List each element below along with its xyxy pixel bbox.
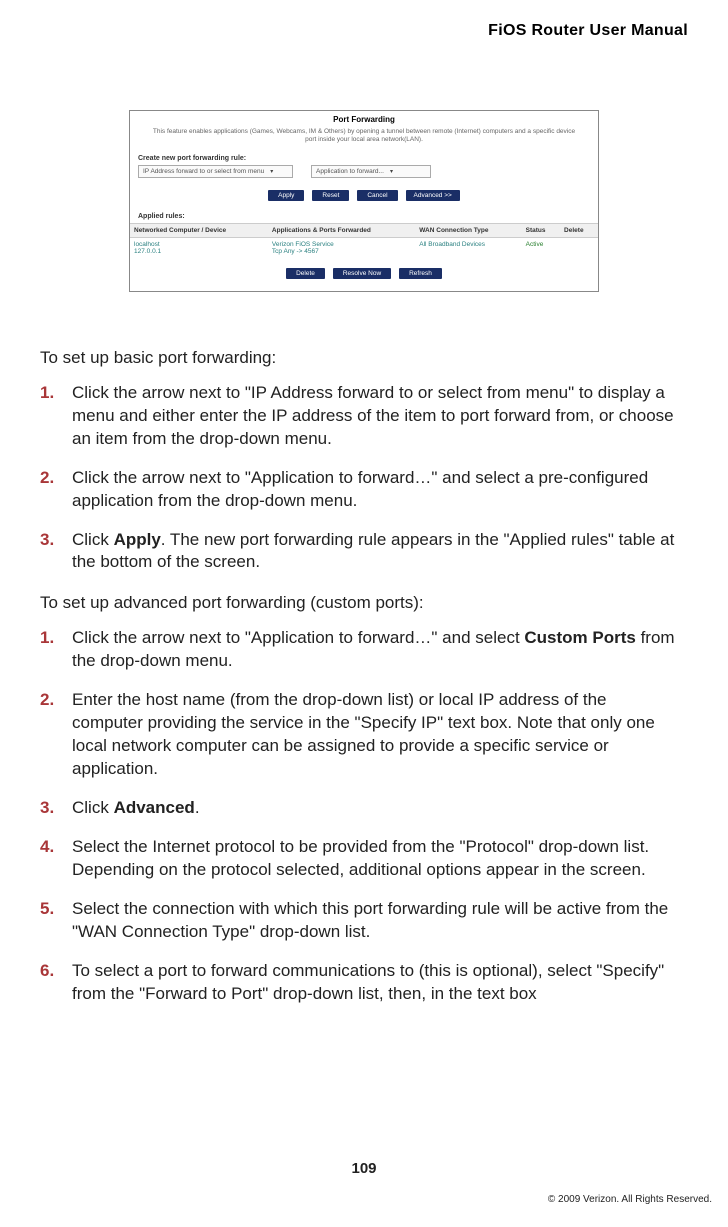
step-text-a: Click the arrow next to "Application to … [72, 628, 524, 647]
advanced-steps-list: 1. Click the arrow next to "Application … [40, 627, 688, 1005]
step-text-a: Click [72, 798, 114, 817]
panel-title: Port Forwarding [130, 111, 598, 126]
list-item: 1. Click the arrow next to "Application … [72, 627, 688, 673]
cell-ports: Tcp Any -> 4567 [272, 248, 319, 255]
cell-wan: All Broadband Devices [419, 241, 485, 248]
basic-steps-list: 1. Click the arrow next to "IP Address f… [40, 382, 688, 575]
list-item: 3. Click Apply. The new port forwarding … [72, 529, 688, 575]
col-apps: Applications & Ports Forwarded [268, 223, 415, 237]
step-text-c: . The new port forwarding rule appears i… [72, 530, 674, 572]
delete-button[interactable]: Delete [286, 268, 325, 279]
step-text-bold: Apply [114, 530, 161, 549]
step-number: 1. [40, 382, 54, 405]
step-number: 6. [40, 960, 54, 983]
step-text: To select a port to forward communicatio… [72, 961, 664, 1003]
ip-address-dropdown-text: IP Address forward to or select from men… [143, 168, 264, 175]
step-number: 4. [40, 836, 54, 859]
step-text-bold: Custom Ports [524, 628, 635, 647]
list-item: 6. To select a port to forward communica… [72, 960, 688, 1006]
advanced-button[interactable]: Advanced >> [406, 190, 460, 201]
ip-address-dropdown[interactable]: IP Address forward to or select from men… [138, 165, 293, 178]
list-item: 2. Click the arrow next to "Application … [72, 467, 688, 513]
application-dropdown-text: Application to forward... [316, 168, 384, 175]
reset-button[interactable]: Reset [312, 190, 349, 201]
list-item: 1. Click the arrow next to "IP Address f… [72, 382, 688, 451]
list-item: 2. Enter the host name (from the drop-do… [72, 689, 688, 781]
col-wan: WAN Connection Type [415, 223, 521, 237]
step-number: 3. [40, 797, 54, 820]
step-text: Enter the host name (from the drop-down … [72, 690, 655, 778]
cell-status: Active [526, 241, 544, 248]
create-rule-label: Create new port forwarding rule: [130, 151, 598, 165]
chevron-down-icon: ▾ [390, 168, 393, 175]
step-text: Select the Internet protocol to be provi… [72, 837, 649, 879]
step-text: Click the arrow next to "Application to … [72, 468, 648, 510]
panel-description: This feature enables applications (Games… [130, 126, 598, 151]
cancel-button[interactable]: Cancel [357, 190, 397, 201]
step-text: Select the connection with which this po… [72, 899, 668, 941]
page-number: 109 [0, 1160, 728, 1177]
applied-rules-table: Networked Computer / Device Applications… [130, 223, 598, 258]
step-number: 5. [40, 898, 54, 921]
step-number: 2. [40, 689, 54, 712]
col-delete: Delete [560, 223, 598, 237]
step-number: 2. [40, 467, 54, 490]
manual-title: FiOS Router User Manual [488, 22, 688, 40]
cell-ip: 127.0.0.1 [134, 248, 161, 255]
col-device: Networked Computer / Device [130, 223, 268, 237]
resolve-now-button[interactable]: Resolve Now [333, 268, 391, 279]
col-status: Status [522, 223, 560, 237]
step-number: 1. [40, 627, 54, 650]
step-text-c: . [195, 798, 200, 817]
application-dropdown[interactable]: Application to forward... ▾ [311, 165, 431, 178]
apply-button[interactable]: Apply [268, 190, 304, 201]
list-item: 4. Select the Internet protocol to be pr… [72, 836, 688, 882]
cell-host: localhost [134, 241, 160, 248]
step-text-a: Click [72, 530, 114, 549]
table-row: localhost 127.0.0.1 Verizon FiOS Service… [130, 237, 598, 258]
basic-intro: To set up basic port forwarding: [40, 347, 688, 370]
refresh-button[interactable]: Refresh [399, 268, 442, 279]
list-item: 3. Click Advanced. [72, 797, 688, 820]
copyright-text: © 2009 Verizon. All Rights Reserved. [548, 1194, 712, 1205]
step-text-bold: Advanced [114, 798, 195, 817]
step-text: Click the arrow next to "IP Address forw… [72, 383, 674, 448]
chevron-down-icon: ▾ [270, 168, 273, 175]
advanced-intro: To set up advanced port forwarding (cust… [40, 592, 688, 615]
applied-rules-label: Applied rules: [130, 209, 598, 223]
embedded-screenshot: Port Forwarding This feature enables app… [129, 110, 599, 292]
step-number: 3. [40, 529, 54, 552]
cell-app: Verizon FiOS Service [272, 241, 334, 248]
list-item: 5. Select the connection with which this… [72, 898, 688, 944]
